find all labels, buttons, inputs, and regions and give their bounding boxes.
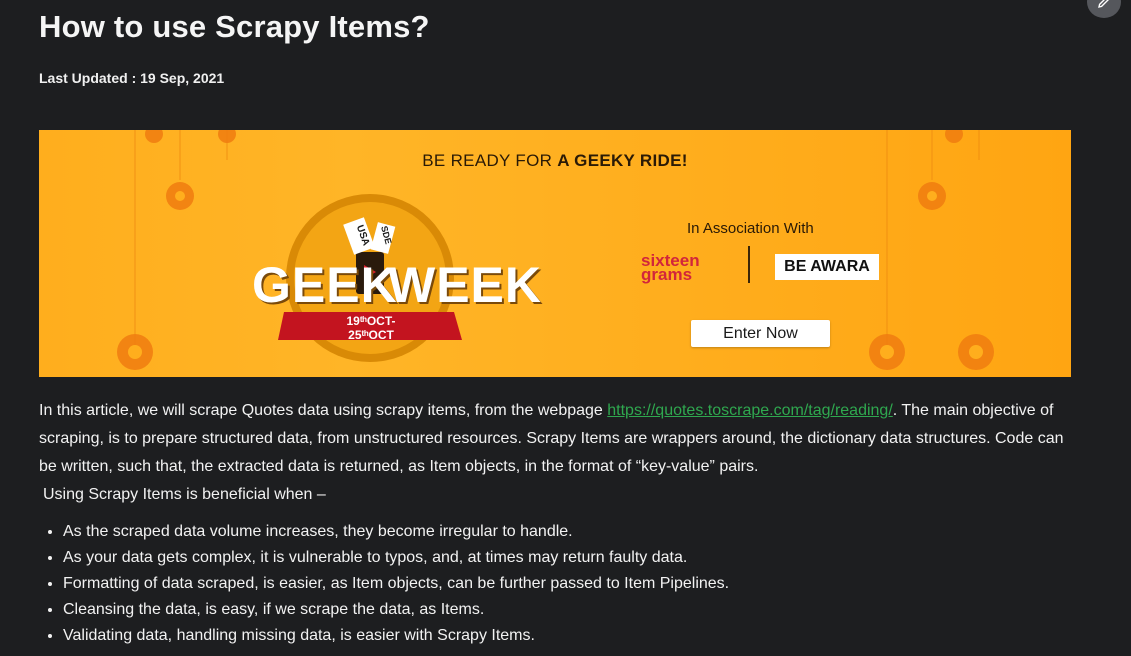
sponsor-divider [748, 246, 750, 283]
sponsor-sixteen-grams-logo: sixteen grams [641, 252, 700, 284]
week-word: WEEK [388, 257, 542, 313]
intro-paragraph: In this article, we will scrape Quotes d… [39, 397, 1079, 481]
edit-button[interactable] [1087, 0, 1121, 18]
list-item: As the scraped data volume increases, th… [63, 519, 729, 545]
quotes-link[interactable]: https://quotes.toscrape.com/tag/reading/ [607, 402, 893, 419]
article-body: In this article, we will scrape Quotes d… [39, 397, 1079, 509]
banner-headline: BE READY FOR A GEEKY RIDE! [39, 151, 1071, 171]
pencil-icon [1098, 0, 1109, 8]
benefits-list: As the scraped data volume increases, th… [39, 519, 729, 649]
association-text: In Association With [687, 220, 814, 237]
last-updated: Last Updated : 19 Sep, 2021 [39, 70, 225, 86]
sponsor-1-line2: grams [641, 265, 693, 284]
event-dates: 19ᵗʰOCT-25ᵗʰOCT [346, 314, 396, 342]
benefits-lead: Using Scrapy Items is beneficial when – [43, 486, 326, 503]
sponsor-be-awara-logo: BE AWARA [775, 254, 879, 280]
list-item: As your data gets complex, it is vulnera… [63, 545, 729, 571]
intro-text: In this article, we will scrape Quotes d… [39, 402, 608, 419]
list-item: Formatting of data scraped, is easier, a… [63, 571, 729, 597]
headline-bold: A GEEKY RIDE! [557, 151, 688, 170]
enter-now-button[interactable]: Enter Now [691, 320, 830, 347]
page-title: How to use Scrapy Items? [39, 9, 430, 44]
geek-week-logo: GEEK WEEK USA SDE 19ᵗʰOCT-25ᵗʰOCT [244, 192, 541, 362]
headline-prefix: BE READY FOR [422, 151, 558, 170]
geek-word: GEEK [252, 257, 398, 313]
list-item: Validating data, handling missing data, … [63, 623, 729, 649]
list-item: Cleansing the data, is easy, if we scrap… [63, 597, 729, 623]
geek-week-banner[interactable]: BE READY FOR A GEEKY RIDE! GEEK WEEK USA… [39, 130, 1071, 377]
